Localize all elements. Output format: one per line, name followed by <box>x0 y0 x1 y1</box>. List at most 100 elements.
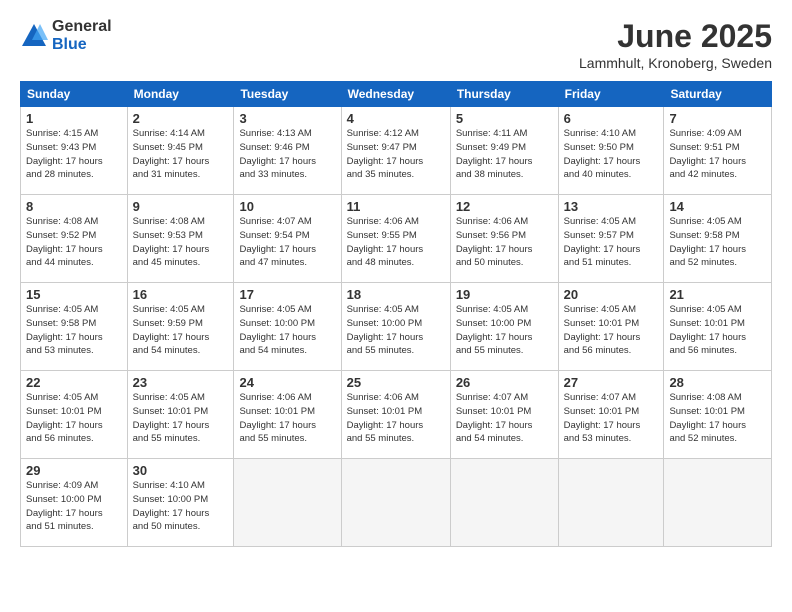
calendar-cell: 13Sunrise: 4:05 AM Sunset: 9:57 PM Dayli… <box>558 195 664 283</box>
calendar-cell: 22Sunrise: 4:05 AM Sunset: 10:01 PM Dayl… <box>21 371 128 459</box>
calendar-week-row: 29Sunrise: 4:09 AM Sunset: 10:00 PM Dayl… <box>21 459 772 547</box>
day-info: Sunrise: 4:05 AM Sunset: 10:01 PM Daylig… <box>669 303 766 358</box>
day-info: Sunrise: 4:08 AM Sunset: 9:53 PM Dayligh… <box>133 215 229 270</box>
day-info: Sunrise: 4:05 AM Sunset: 9:59 PM Dayligh… <box>133 303 229 358</box>
day-number: 26 <box>456 375 553 390</box>
day-number: 6 <box>564 111 659 126</box>
calendar-cell: 29Sunrise: 4:09 AM Sunset: 10:00 PM Dayl… <box>21 459 128 547</box>
day-info: Sunrise: 4:06 AM Sunset: 10:01 PM Daylig… <box>347 391 445 446</box>
day-number: 10 <box>239 199 335 214</box>
day-number: 20 <box>564 287 659 302</box>
day-info: Sunrise: 4:05 AM Sunset: 10:01 PM Daylig… <box>133 391 229 446</box>
day-number: 2 <box>133 111 229 126</box>
page: General Blue June 2025 Lammhult, Kronobe… <box>0 0 792 612</box>
calendar-cell: 10Sunrise: 4:07 AM Sunset: 9:54 PM Dayli… <box>234 195 341 283</box>
day-info: Sunrise: 4:07 AM Sunset: 10:01 PM Daylig… <box>564 391 659 446</box>
calendar-cell: 23Sunrise: 4:05 AM Sunset: 10:01 PM Dayl… <box>127 371 234 459</box>
calendar-cell <box>664 459 772 547</box>
logo-text: General Blue <box>52 18 112 53</box>
header: General Blue June 2025 Lammhult, Kronobe… <box>20 18 772 71</box>
day-info: Sunrise: 4:05 AM Sunset: 10:00 PM Daylig… <box>456 303 553 358</box>
calendar-cell: 19Sunrise: 4:05 AM Sunset: 10:00 PM Dayl… <box>450 283 558 371</box>
calendar-cell: 21Sunrise: 4:05 AM Sunset: 10:01 PM Dayl… <box>664 283 772 371</box>
calendar-cell: 27Sunrise: 4:07 AM Sunset: 10:01 PM Dayl… <box>558 371 664 459</box>
day-info: Sunrise: 4:08 AM Sunset: 10:01 PM Daylig… <box>669 391 766 446</box>
calendar-cell: 11Sunrise: 4:06 AM Sunset: 9:55 PM Dayli… <box>341 195 450 283</box>
day-info: Sunrise: 4:12 AM Sunset: 9:47 PM Dayligh… <box>347 127 445 182</box>
calendar-cell <box>341 459 450 547</box>
calendar-cell: 9Sunrise: 4:08 AM Sunset: 9:53 PM Daylig… <box>127 195 234 283</box>
weekday-header-friday: Friday <box>558 82 664 107</box>
calendar-cell: 20Sunrise: 4:05 AM Sunset: 10:01 PM Dayl… <box>558 283 664 371</box>
day-number: 7 <box>669 111 766 126</box>
day-number: 1 <box>26 111 122 126</box>
day-info: Sunrise: 4:06 AM Sunset: 10:01 PM Daylig… <box>239 391 335 446</box>
day-info: Sunrise: 4:05 AM Sunset: 10:01 PM Daylig… <box>564 303 659 358</box>
calendar-week-row: 22Sunrise: 4:05 AM Sunset: 10:01 PM Dayl… <box>21 371 772 459</box>
calendar-week-row: 8Sunrise: 4:08 AM Sunset: 9:52 PM Daylig… <box>21 195 772 283</box>
day-number: 21 <box>669 287 766 302</box>
calendar-cell: 4Sunrise: 4:12 AM Sunset: 9:47 PM Daylig… <box>341 107 450 195</box>
day-number: 27 <box>564 375 659 390</box>
day-number: 28 <box>669 375 766 390</box>
day-number: 19 <box>456 287 553 302</box>
day-number: 11 <box>347 199 445 214</box>
calendar-cell <box>558 459 664 547</box>
calendar-cell: 1Sunrise: 4:15 AM Sunset: 9:43 PM Daylig… <box>21 107 128 195</box>
weekday-header-tuesday: Tuesday <box>234 82 341 107</box>
day-number: 12 <box>456 199 553 214</box>
weekday-header-monday: Monday <box>127 82 234 107</box>
day-number: 8 <box>26 199 122 214</box>
calendar-cell: 5Sunrise: 4:11 AM Sunset: 9:49 PM Daylig… <box>450 107 558 195</box>
day-number: 5 <box>456 111 553 126</box>
location: Lammhult, Kronoberg, Sweden <box>579 55 772 71</box>
day-number: 15 <box>26 287 122 302</box>
day-number: 14 <box>669 199 766 214</box>
calendar-cell: 30Sunrise: 4:10 AM Sunset: 10:00 PM Dayl… <box>127 459 234 547</box>
logo-icon <box>20 22 48 50</box>
calendar-cell: 8Sunrise: 4:08 AM Sunset: 9:52 PM Daylig… <box>21 195 128 283</box>
calendar-cell: 18Sunrise: 4:05 AM Sunset: 10:00 PM Dayl… <box>341 283 450 371</box>
calendar-cell: 24Sunrise: 4:06 AM Sunset: 10:01 PM Dayl… <box>234 371 341 459</box>
calendar-cell: 26Sunrise: 4:07 AM Sunset: 10:01 PM Dayl… <box>450 371 558 459</box>
day-number: 16 <box>133 287 229 302</box>
day-number: 3 <box>239 111 335 126</box>
day-info: Sunrise: 4:11 AM Sunset: 9:49 PM Dayligh… <box>456 127 553 182</box>
weekday-header-sunday: Sunday <box>21 82 128 107</box>
day-info: Sunrise: 4:13 AM Sunset: 9:46 PM Dayligh… <box>239 127 335 182</box>
calendar-cell <box>234 459 341 547</box>
calendar-cell <box>450 459 558 547</box>
day-info: Sunrise: 4:05 AM Sunset: 10:00 PM Daylig… <box>239 303 335 358</box>
weekday-header-thursday: Thursday <box>450 82 558 107</box>
calendar-cell: 3Sunrise: 4:13 AM Sunset: 9:46 PM Daylig… <box>234 107 341 195</box>
weekday-header-row: SundayMondayTuesdayWednesdayThursdayFrid… <box>21 82 772 107</box>
day-info: Sunrise: 4:05 AM Sunset: 10:01 PM Daylig… <box>26 391 122 446</box>
title-area: June 2025 Lammhult, Kronoberg, Sweden <box>579 18 772 71</box>
day-number: 17 <box>239 287 335 302</box>
calendar-cell: 15Sunrise: 4:05 AM Sunset: 9:58 PM Dayli… <box>21 283 128 371</box>
weekday-header-wednesday: Wednesday <box>341 82 450 107</box>
day-info: Sunrise: 4:10 AM Sunset: 10:00 PM Daylig… <box>133 479 229 534</box>
calendar-cell: 28Sunrise: 4:08 AM Sunset: 10:01 PM Dayl… <box>664 371 772 459</box>
day-number: 24 <box>239 375 335 390</box>
day-info: Sunrise: 4:10 AM Sunset: 9:50 PM Dayligh… <box>564 127 659 182</box>
day-number: 25 <box>347 375 445 390</box>
day-number: 30 <box>133 463 229 478</box>
day-info: Sunrise: 4:09 AM Sunset: 10:00 PM Daylig… <box>26 479 122 534</box>
day-number: 29 <box>26 463 122 478</box>
calendar-cell: 17Sunrise: 4:05 AM Sunset: 10:00 PM Dayl… <box>234 283 341 371</box>
day-info: Sunrise: 4:06 AM Sunset: 9:55 PM Dayligh… <box>347 215 445 270</box>
logo: General Blue <box>20 18 112 53</box>
day-number: 18 <box>347 287 445 302</box>
day-info: Sunrise: 4:05 AM Sunset: 9:58 PM Dayligh… <box>26 303 122 358</box>
day-number: 9 <box>133 199 229 214</box>
calendar-cell: 6Sunrise: 4:10 AM Sunset: 9:50 PM Daylig… <box>558 107 664 195</box>
day-number: 13 <box>564 199 659 214</box>
weekday-header-saturday: Saturday <box>664 82 772 107</box>
calendar-cell: 14Sunrise: 4:05 AM Sunset: 9:58 PM Dayli… <box>664 195 772 283</box>
day-number: 23 <box>133 375 229 390</box>
month-title: June 2025 <box>579 18 772 55</box>
day-info: Sunrise: 4:05 AM Sunset: 9:58 PM Dayligh… <box>669 215 766 270</box>
calendar-cell: 2Sunrise: 4:14 AM Sunset: 9:45 PM Daylig… <box>127 107 234 195</box>
day-info: Sunrise: 4:09 AM Sunset: 9:51 PM Dayligh… <box>669 127 766 182</box>
